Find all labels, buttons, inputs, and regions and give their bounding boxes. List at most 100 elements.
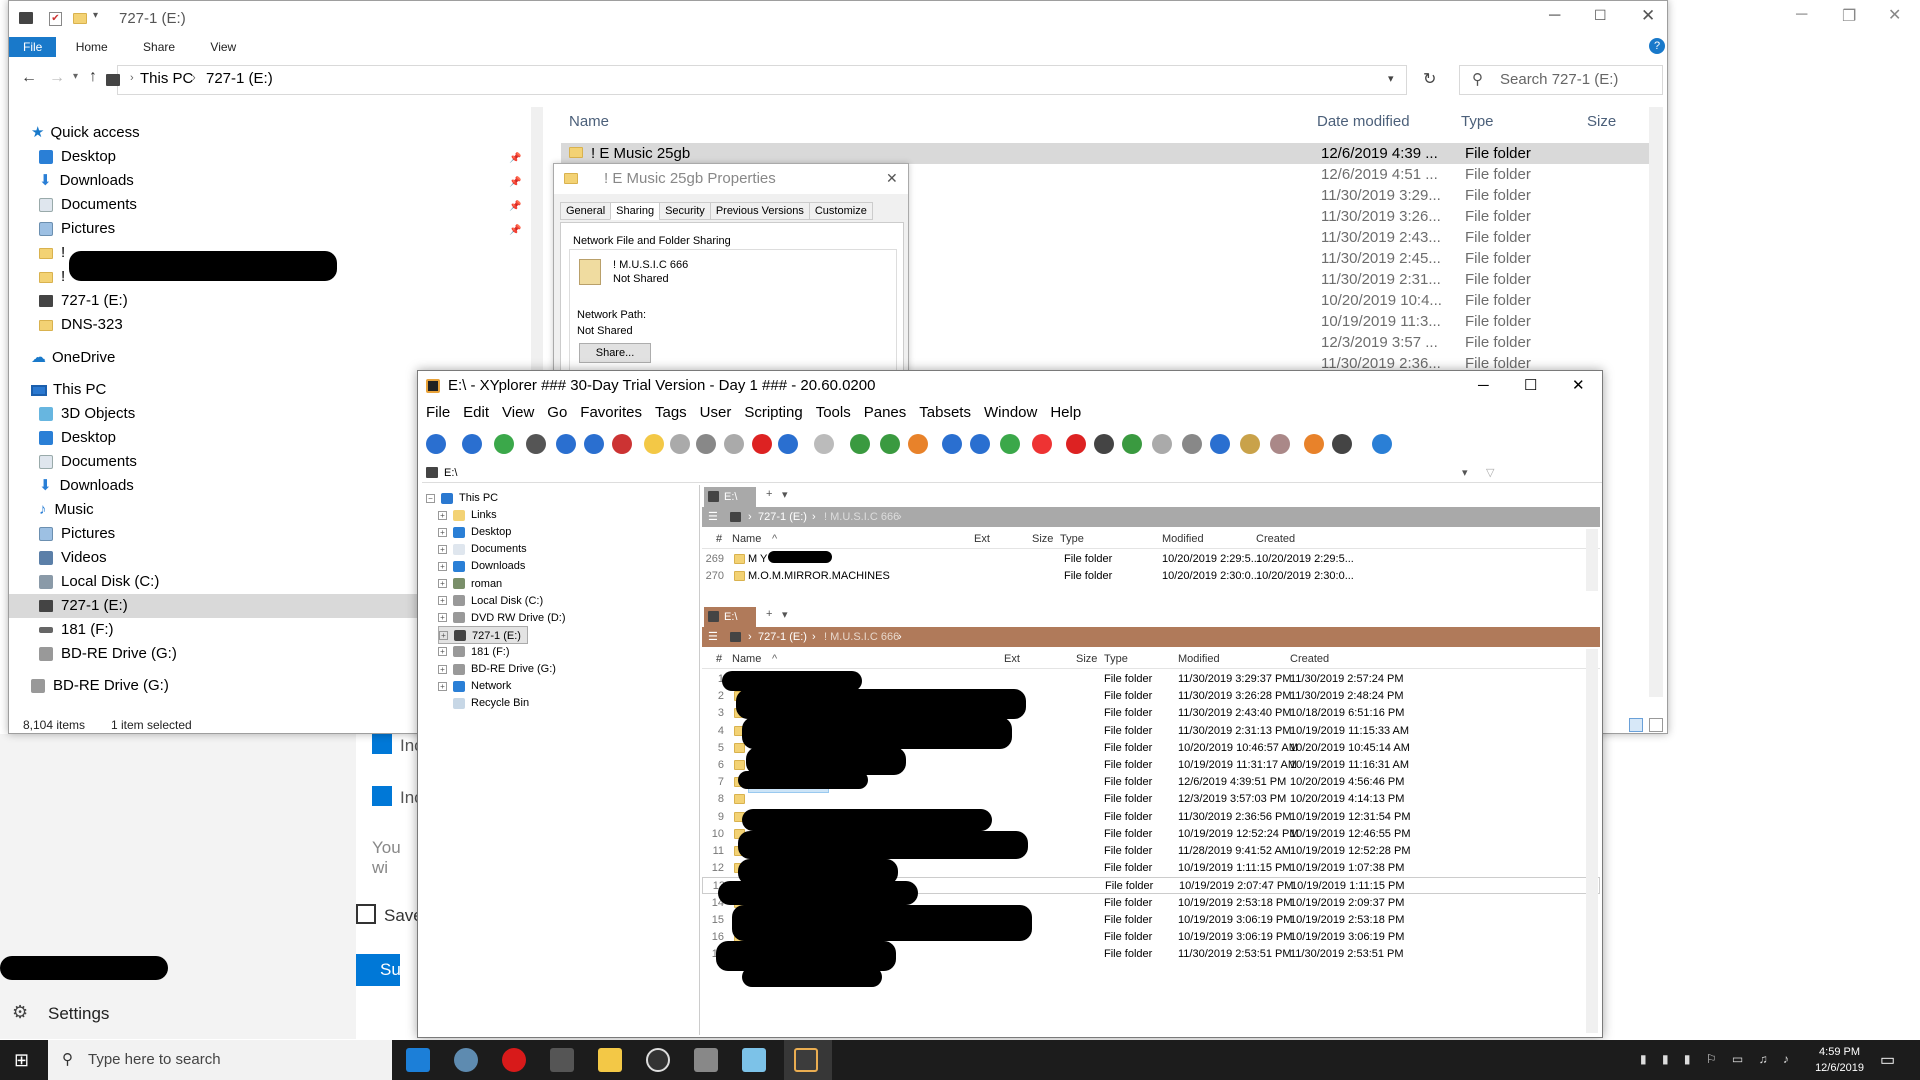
up-icon[interactable]: ↑: [89, 68, 97, 86]
undo-icon[interactable]: [778, 434, 798, 454]
pin-icon[interactable]: 📌: [509, 177, 521, 188]
col-date[interactable]: Date modified: [1317, 113, 1410, 130]
menu-favorites[interactable]: Favorites: [580, 404, 642, 421]
remote-desktop-icon[interactable]: [694, 1048, 718, 1072]
nav-pictures[interactable]: Pictures: [39, 523, 115, 545]
pin-icon[interactable]: 📌: [509, 153, 521, 164]
address-dropdown-icon[interactable]: ▾: [1388, 72, 1394, 85]
pin-icon[interactable]: 📌: [509, 201, 521, 212]
menu-icon[interactable]: ☰: [708, 507, 718, 527]
pane2-scrollbar[interactable]: [1586, 649, 1598, 1033]
tree-network[interactable]: + Network: [438, 677, 511, 695]
pane2-crumb-folder[interactable]: ! M.U.S.I.C 666: [824, 627, 899, 647]
col-type[interactable]: Type: [1461, 113, 1494, 130]
dialog-close-icon[interactable]: ✕: [886, 170, 898, 187]
grid-icon[interactable]: [1152, 434, 1172, 454]
nav-videos[interactable]: Videos: [39, 547, 107, 569]
nav-bd-re-pc[interactable]: BD-RE Drive (G:): [39, 643, 177, 665]
col-size[interactable]: Size: [1032, 529, 1053, 549]
nav-qa-desktop[interactable]: Desktop: [39, 146, 116, 168]
tab-view[interactable]: View: [194, 37, 252, 57]
list-item[interactable]: 270 M.O.M.MIRROR.MACHINES File folder 10/20…: [702, 568, 1600, 585]
nav-desktop[interactable]: Desktop: [39, 427, 116, 449]
details-view-icon[interactable]: [1629, 718, 1643, 732]
history-icon[interactable]: [612, 434, 632, 454]
close-icon[interactable]: ✕: [1572, 371, 1585, 401]
nav-onedrive[interactable]: ☁ OneDrive: [31, 347, 115, 369]
col-ext[interactable]: Ext: [974, 529, 990, 549]
pane2-tab[interactable]: E:\: [704, 607, 756, 627]
menu-file[interactable]: File: [426, 404, 450, 421]
list-item[interactable]: 8 File folder 12/3/2019 3:57:03 PM 10/20/20…: [702, 791, 1600, 808]
preview-icon[interactable]: [1240, 434, 1260, 454]
tab-security[interactable]: Security: [659, 202, 711, 220]
edge-icon[interactable]: [406, 1048, 430, 1072]
nav-qa-folder-2[interactable]: !: [39, 266, 65, 288]
tab-share[interactable]: Share: [127, 37, 191, 57]
menu-icon[interactable]: ☰: [708, 627, 718, 647]
close-icon[interactable]: ✕: [1641, 6, 1655, 26]
redo-icon[interactable]: [814, 434, 834, 454]
tree-documents[interactable]: + Documents: [438, 540, 527, 558]
firefox-icon[interactable]: [454, 1048, 478, 1072]
find-icon[interactable]: [584, 434, 604, 454]
menu-window[interactable]: Window: [984, 404, 1037, 421]
tab-home[interactable]: Home: [60, 37, 124, 57]
col-ext[interactable]: Ext: [1004, 649, 1020, 669]
tree-desktop[interactable]: + Desktop: [438, 523, 511, 541]
expand-icon[interactable]: +: [439, 631, 448, 641]
col-num[interactable]: #: [716, 529, 722, 549]
brush-icon[interactable]: [1332, 434, 1352, 454]
tree-drive-f[interactable]: +181 (F:): [438, 643, 510, 661]
tree-roman[interactable]: + roman: [438, 575, 502, 593]
pin-icon[interactable]: 📌: [509, 225, 521, 236]
taskbar-clock[interactable]: 4:59 PM 12/6/2019: [1815, 1044, 1864, 1076]
visual-filter-icon[interactable]: [1000, 434, 1020, 454]
menu-panes[interactable]: Panes: [864, 404, 907, 421]
up-icon[interactable]: [494, 434, 514, 454]
new-folder-icon[interactable]: [644, 434, 664, 454]
tree-icon[interactable]: [850, 434, 870, 454]
col-created[interactable]: Created: [1290, 649, 1329, 669]
back-icon[interactable]: [426, 434, 446, 454]
expand-icon[interactable]: +: [438, 596, 447, 606]
paste-icon[interactable]: [724, 434, 744, 454]
col-modified[interactable]: Modified: [1178, 649, 1220, 669]
expand-icon[interactable]: +: [438, 527, 447, 537]
opera-icon[interactable]: [502, 1048, 526, 1072]
notepad-icon[interactable]: [742, 1048, 766, 1072]
menu-tags[interactable]: Tags: [655, 404, 687, 421]
pane1-tab[interactable]: E:\: [704, 487, 756, 507]
recent-dropdown-icon[interactable]: ▾: [73, 71, 78, 82]
filter-icon[interactable]: [970, 434, 990, 454]
pie-icon[interactable]: [908, 434, 928, 454]
desktop-close-icon[interactable]: ✕: [1888, 5, 1901, 25]
search-icon[interactable]: [942, 434, 962, 454]
expand-icon[interactable]: +: [438, 664, 447, 674]
color-icon[interactable]: [1032, 434, 1052, 454]
tab-previous-versions[interactable]: Previous Versions: [709, 202, 810, 220]
menu-help[interactable]: Help: [1050, 404, 1081, 421]
nav-drive-f[interactable]: 181 (F:): [39, 619, 114, 641]
maximize-icon[interactable]: ☐: [1594, 7, 1607, 24]
list-scrollbar[interactable]: [1649, 107, 1663, 697]
tree-drive-e[interactable]: +727-1 (E:): [438, 625, 528, 644]
notification-icon[interactable]: ▭: [1880, 1050, 1895, 1070]
nav-documents[interactable]: Documents: [39, 451, 137, 473]
desktop-restore-icon[interactable]: ❐: [1842, 6, 1856, 26]
help-icon[interactable]: ?: [1649, 38, 1665, 54]
col-type[interactable]: Type: [1060, 529, 1084, 549]
tree-downloads[interactable]: + Downloads: [438, 557, 525, 575]
pane1-breadcrumb[interactable]: ☰ › 727-1 (E:) › ! M.U.S.I.C 666 ›: [702, 507, 1600, 527]
nav-bd-re[interactable]: BD-RE Drive (G:): [31, 675, 169, 697]
nav-local-disk-c[interactable]: Local Disk (C:): [39, 571, 159, 593]
pane2-crumb-drive[interactable]: 727-1 (E:): [758, 627, 807, 647]
table-row[interactable]: ! E Music 25gb 12/6/2019 4:39 ... File fol…: [561, 143, 1651, 164]
expand-icon[interactable]: +: [438, 579, 447, 589]
search-input[interactable]: ⚲ Search 727-1 (E:): [1459, 65, 1663, 95]
settings-gear-icon[interactable]: [646, 1048, 670, 1072]
location-icon[interactable]: [556, 434, 576, 454]
computer-icon[interactable]: [526, 434, 546, 454]
forward-icon[interactable]: →: [49, 69, 65, 87]
menu-user[interactable]: User: [700, 404, 732, 421]
